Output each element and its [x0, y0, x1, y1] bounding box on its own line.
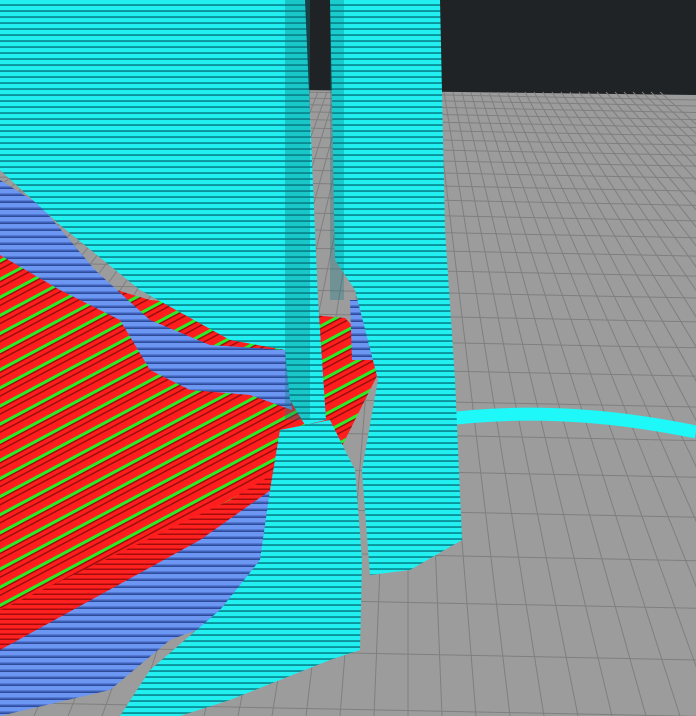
tower-shade: [285, 0, 310, 420]
tower-shade-right: [330, 0, 344, 300]
slicer-3d-viewport[interactable]: [0, 0, 696, 716]
